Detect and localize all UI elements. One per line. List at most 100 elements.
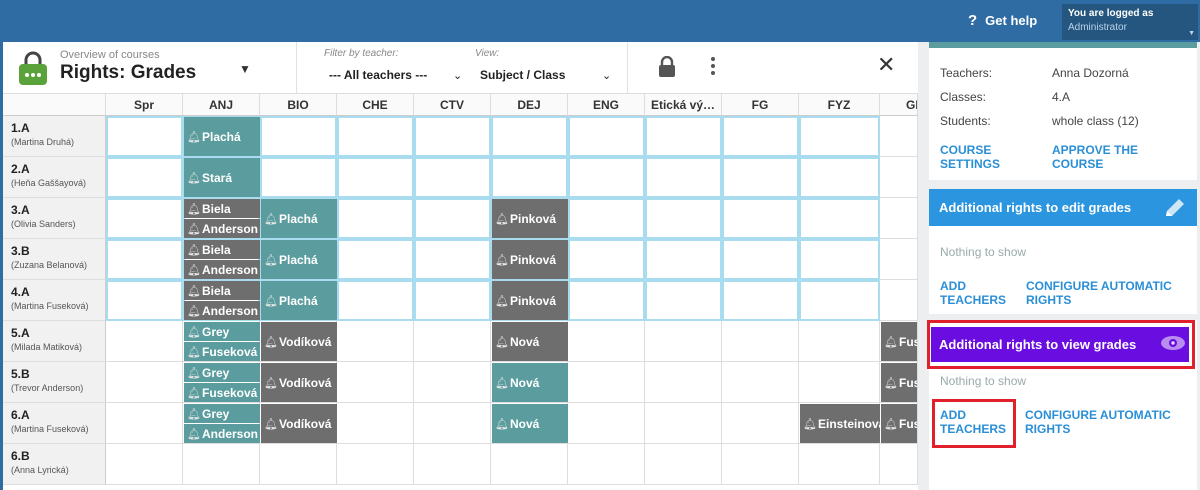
grid-cell[interactable] (414, 157, 491, 198)
grid-cell[interactable] (414, 239, 491, 280)
grid-cell[interactable] (337, 403, 414, 444)
grid-cell[interactable] (414, 403, 491, 444)
teacher-right-chip[interactable]: 🔔︎ Pinková (492, 240, 568, 279)
grid-cell[interactable] (799, 444, 880, 485)
grid-cell[interactable] (260, 116, 337, 157)
grid-cell[interactable] (645, 198, 722, 239)
grid-cell[interactable] (799, 321, 880, 362)
grid-cell[interactable] (414, 198, 491, 239)
grid-cell[interactable] (799, 116, 880, 157)
pencil-icon[interactable] (1163, 197, 1187, 219)
teacher-right-chip[interactable]: 🔔︎ Plachá (261, 281, 337, 320)
teacher-right-chip[interactable]: 🔔︎Fus (881, 322, 917, 361)
grid-cell[interactable] (799, 198, 880, 239)
teacher-right-chip[interactable]: 🔔︎ Nová (492, 404, 568, 443)
teacher-right-chip[interactable]: 🔔︎ Anderson (184, 301, 260, 320)
teacher-right-chip[interactable]: 🔔︎ Grey (184, 322, 260, 341)
teacher-right-chip[interactable]: 🔔︎ Vodíková (261, 322, 337, 361)
grid-cell[interactable] (645, 239, 722, 280)
grid-cell[interactable] (880, 280, 918, 321)
grid-cell[interactable] (260, 157, 337, 198)
title-dropdown-icon[interactable]: ▼ (239, 62, 251, 76)
grid-cell[interactable] (491, 444, 568, 485)
teacher-right-chip[interactable]: 🔔︎ Biela (184, 240, 260, 259)
teacher-right-chip[interactable]: 🔔︎ Pinková (492, 281, 568, 320)
grid-cell[interactable] (722, 403, 799, 444)
grid-cell[interactable] (799, 280, 880, 321)
teacher-right-chip[interactable]: 🔔︎ Plachá (261, 199, 337, 238)
grid-cell[interactable] (568, 444, 645, 485)
view-select[interactable]: Subject / Class (480, 68, 565, 82)
grid-cell[interactable] (106, 157, 183, 198)
teacher-right-chip[interactable]: 🔔︎ Biela (184, 281, 260, 300)
grid-cell[interactable] (722, 362, 799, 403)
grid-cell[interactable] (880, 239, 918, 280)
grid-cell[interactable] (106, 444, 183, 485)
grid-cell[interactable] (722, 116, 799, 157)
grid-cell[interactable] (645, 321, 722, 362)
grid-cell[interactable] (722, 239, 799, 280)
chevron-down-icon[interactable]: ⌄ (453, 69, 462, 82)
eye-icon[interactable] (1160, 332, 1186, 354)
teacher-right-chip[interactable]: 🔔︎ Biela (184, 199, 260, 218)
user-menu[interactable]: You are logged as Administrator ▼ (1062, 4, 1198, 40)
grid-cell[interactable] (722, 444, 799, 485)
grid-cell[interactable] (880, 444, 918, 485)
grid-cell[interactable] (337, 444, 414, 485)
grid-cell[interactable] (183, 444, 260, 485)
teacher-right-chip[interactable]: 🔔︎ Plachá (184, 117, 260, 156)
teacher-right-chip[interactable]: 🔔︎ Anderson (184, 424, 260, 443)
teacher-right-chip[interactable]: 🔔︎ Nová (492, 363, 568, 402)
grid-cell[interactable] (568, 116, 645, 157)
configure-automatic-rights-view-link[interactable]: CONFIGURE AUTOMATIC RIGHTS (1025, 408, 1185, 436)
add-teachers-view-link[interactable]: ADD TEACHERS (940, 408, 1012, 436)
grid-cell[interactable] (337, 239, 414, 280)
teacher-right-chip[interactable]: 🔔︎ Anderson (184, 219, 260, 238)
grid-cell[interactable] (337, 321, 414, 362)
grid-cell[interactable] (722, 157, 799, 198)
grid-cell[interactable] (799, 157, 880, 198)
grid-cell[interactable] (568, 403, 645, 444)
lock-icon[interactable] (657, 56, 677, 78)
configure-automatic-rights-edit-link[interactable]: CONFIGURE AUTOMATIC RIGHTS (1026, 279, 1186, 307)
grid-cell[interactable] (337, 157, 414, 198)
grid-cell[interactable] (568, 239, 645, 280)
teacher-right-chip[interactable]: 🔔︎ Pinková (492, 199, 568, 238)
grid-cell[interactable] (880, 116, 918, 157)
grid-cell[interactable] (722, 198, 799, 239)
grid-cell[interactable] (799, 239, 880, 280)
grid-cell[interactable] (337, 198, 414, 239)
grid-cell[interactable] (260, 444, 337, 485)
teacher-right-chip[interactable]: 🔔︎ Vodíková (261, 363, 337, 402)
grid-cell[interactable] (337, 116, 414, 157)
grid-cell[interactable] (491, 116, 568, 157)
teacher-right-chip[interactable]: 🔔︎ Einsteinová (800, 404, 880, 443)
grid-cell[interactable] (880, 157, 918, 198)
teacher-right-chip[interactable]: 🔔︎ Grey (184, 363, 260, 382)
grid-cell[interactable] (568, 157, 645, 198)
add-teachers-edit-link[interactable]: ADD TEACHERS (940, 279, 1015, 307)
more-options-icon[interactable] (710, 56, 716, 76)
teacher-right-chip[interactable]: 🔔︎ Fuseková (184, 383, 260, 402)
grid-cell[interactable] (106, 116, 183, 157)
grid-cell[interactable] (722, 280, 799, 321)
grid-cell[interactable] (568, 321, 645, 362)
grid-cell[interactable] (645, 444, 722, 485)
grid-cell[interactable] (106, 403, 183, 444)
grid-cell[interactable] (106, 239, 183, 280)
grid-cell[interactable] (568, 198, 645, 239)
grid-cell[interactable] (414, 321, 491, 362)
grid-cell[interactable] (106, 198, 183, 239)
grid-cell[interactable] (106, 280, 183, 321)
grid-cell[interactable] (414, 362, 491, 403)
teacher-right-chip[interactable]: 🔔︎ Stará (184, 158, 260, 197)
teacher-right-chip[interactable]: 🔔︎ Nová (492, 322, 568, 361)
teacher-right-chip[interactable]: 🔔︎ Vodíková (261, 404, 337, 443)
grid-cell[interactable] (645, 116, 722, 157)
teacher-right-chip[interactable]: 🔔︎Fus (881, 404, 917, 443)
grid-cell[interactable] (337, 362, 414, 403)
grid-cell[interactable] (645, 157, 722, 198)
grid-cell[interactable] (106, 362, 183, 403)
teacher-right-chip[interactable]: 🔔︎ Fuseková (184, 342, 260, 361)
grid-cell[interactable] (414, 444, 491, 485)
